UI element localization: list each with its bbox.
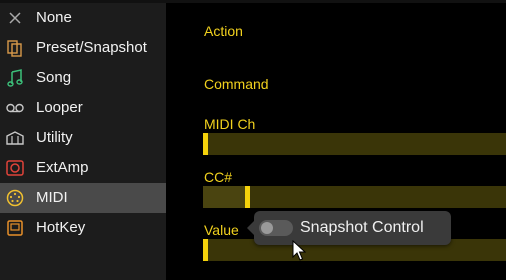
sidebar-item-label: ExtAmp [36, 159, 89, 176]
sidebar-item-extamp[interactable]: ExtAmp [0, 153, 166, 183]
sidebar: None Preset/Snapshot Song Looper Utility [0, 3, 166, 280]
sidebar-item-utility[interactable]: Utility [0, 123, 166, 153]
tooltip-arrow [247, 221, 254, 235]
sidebar-item-midi[interactable]: MIDI [0, 183, 166, 213]
ext-amp-icon [6, 159, 24, 177]
snapshot-control-toggle[interactable] [259, 220, 293, 236]
midi-ch-slider[interactable] [203, 133, 506, 155]
hotkey-icon [6, 219, 24, 237]
sidebar-item-label: MIDI [36, 189, 68, 206]
music-note-icon [6, 69, 24, 87]
looper-icon [6, 99, 24, 117]
sidebar-item-looper[interactable]: Looper [0, 93, 166, 123]
app-window: None Preset/Snapshot Song Looper Utility [0, 0, 506, 280]
cc-label: CC# [204, 169, 233, 185]
sidebar-item-label: Preset/Snapshot [36, 39, 147, 56]
sidebar-item-hotkey[interactable]: HotKey [0, 213, 166, 243]
value-slider-thumb[interactable] [203, 239, 208, 261]
sidebar-item-preset-snapshot[interactable]: Preset/Snapshot [0, 33, 166, 63]
sidebar-item-label: HotKey [36, 219, 86, 236]
preset-snapshot-icon [6, 39, 24, 57]
midi-ch-label: MIDI Ch [204, 116, 256, 132]
midi-ch-slider-thumb[interactable] [203, 133, 208, 155]
sidebar-item-label: Song [36, 69, 72, 86]
command-label: Command [204, 76, 269, 92]
utility-icon [6, 129, 24, 147]
cc-slider[interactable] [203, 186, 506, 208]
cc-slider-fill [203, 186, 245, 208]
snapshot-control-label: Snapshot Control [300, 219, 424, 236]
sidebar-item-label: Looper [36, 99, 83, 116]
mouse-cursor-icon [292, 240, 306, 261]
sidebar-item-none[interactable]: None [0, 3, 166, 33]
toggle-knob[interactable] [261, 222, 273, 234]
action-label: Action [204, 23, 243, 39]
cc-slider-thumb[interactable] [245, 186, 250, 208]
close-icon [6, 9, 24, 27]
sidebar-item-song[interactable]: Song [0, 63, 166, 93]
value-label: Value [204, 222, 239, 238]
sidebar-item-label: Utility [36, 129, 73, 146]
midi-icon [6, 189, 24, 207]
sidebar-item-label: None [36, 9, 72, 26]
snapshot-control-tooltip: Snapshot Control [247, 211, 451, 245]
